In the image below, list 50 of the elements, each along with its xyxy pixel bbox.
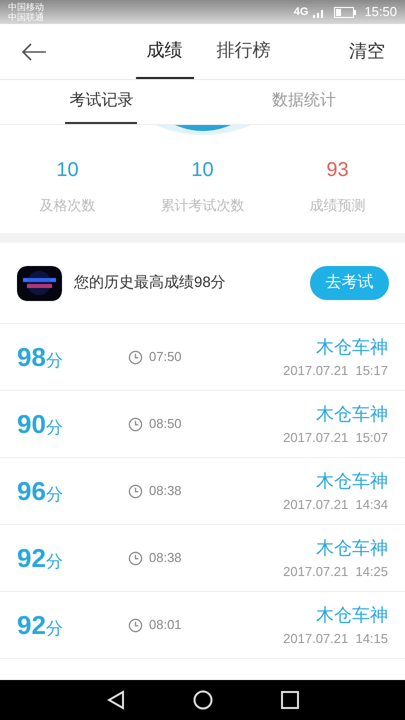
user-name: 木仓车神 (316, 536, 388, 560)
duration-text: 08:01 (149, 616, 182, 634)
battery-icon (334, 6, 356, 18)
stat-value: 10 (56, 158, 79, 182)
tab[interactable]: 成绩 (136, 24, 194, 79)
user-name: 木仓车神 (316, 402, 388, 426)
clock-icon (128, 618, 143, 632)
score-value: 96 (17, 474, 46, 508)
score-unit: 分 (46, 416, 63, 438)
back-icon[interactable] (106, 690, 124, 710)
clock-icon (128, 350, 143, 364)
sub-tab[interactable]: 考试记录 (65, 80, 138, 124)
tab[interactable]: 排行榜 (206, 24, 282, 79)
score-value: 90 (17, 408, 46, 440)
record-date: 2017.07.21 15:17 (283, 362, 388, 380)
duration-text: 08:38 (149, 482, 182, 500)
score-unit: 分 (46, 350, 63, 372)
user-name: 木仓车神 (316, 604, 388, 627)
record-date: 2017.07.21 14:15 (283, 630, 388, 648)
stat-label: 及格次数 (40, 196, 96, 214)
score-unit: 分 (46, 550, 63, 572)
record-date: 2017.07.21 14:34 (283, 496, 388, 514)
duration-text: 08:38 (149, 549, 182, 568)
best-score-text: 您的历史最高成绩98分 (74, 272, 227, 293)
stat-label: 累计考试次数 (160, 196, 244, 214)
clock-icon (128, 550, 143, 566)
back-arrow-icon (21, 42, 47, 60)
home-icon[interactable] (192, 690, 212, 710)
clear-button[interactable]: 清空 (349, 38, 385, 65)
recent-apps-icon[interactable] (280, 691, 298, 709)
record-date: 2017.07.21 15:07 (283, 428, 388, 447)
record-date: 2017.07.21 14:25 (283, 562, 388, 581)
duration-text: 08:50 (149, 415, 182, 434)
carrier-label: 中国移动 (8, 2, 44, 12)
clock-time: 15:50 (364, 3, 397, 22)
score-value: 92 (17, 608, 46, 642)
user-name: 木仓车神 (316, 336, 388, 359)
network-label: 4G (294, 4, 308, 20)
stat-value: 10 (191, 158, 214, 182)
clock-icon (128, 484, 143, 498)
carrier-label: 中国联通 (8, 12, 44, 22)
duration-text: 07:50 (149, 348, 182, 366)
stat-label: 成绩预测 (310, 196, 366, 214)
stat-value: 93 (326, 158, 349, 182)
score-value: 98 (17, 340, 46, 374)
user-name: 木仓车神 (316, 470, 388, 493)
score-unit: 分 (46, 484, 63, 506)
clock-icon (128, 416, 143, 432)
score-value: 92 (17, 542, 46, 574)
score-unit: 分 (46, 618, 63, 640)
